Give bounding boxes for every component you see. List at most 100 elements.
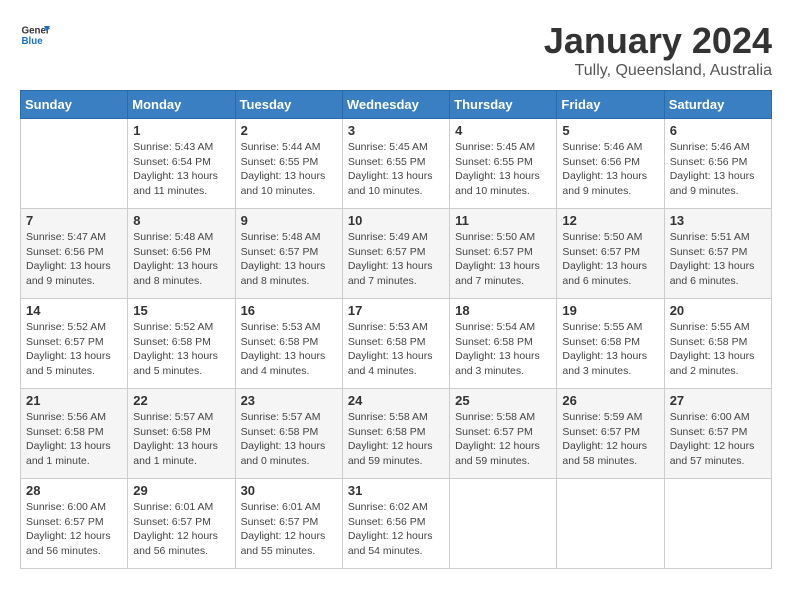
day-number: 19 [562,303,658,318]
week-row-4: 21Sunrise: 5:56 AMSunset: 6:58 PMDayligh… [21,389,772,479]
weekday-header-sunday: Sunday [21,91,128,119]
calendar-cell: 13Sunrise: 5:51 AMSunset: 6:57 PMDayligh… [664,209,771,299]
day-info: Sunrise: 5:43 AMSunset: 6:54 PMDaylight:… [133,140,229,199]
day-info: Sunrise: 5:53 AMSunset: 6:58 PMDaylight:… [241,320,337,379]
calendar-cell: 11Sunrise: 5:50 AMSunset: 6:57 PMDayligh… [450,209,557,299]
day-number: 3 [348,123,444,138]
day-info: Sunrise: 6:01 AMSunset: 6:57 PMDaylight:… [133,500,229,559]
calendar-cell [557,479,664,569]
day-number: 26 [562,393,658,408]
day-number: 4 [455,123,551,138]
calendar-cell: 30 Sunrise: 6:01 AMSunset: 6:57 PMDayligh… [235,479,342,569]
month-title: January 2024 [544,20,772,62]
day-info: Sunrise: 5:55 AMSunset: 6:58 PMDaylight:… [670,320,766,379]
weekday-header-row: SundayMondayTuesdayWednesdayThursdayFrid… [21,91,772,119]
calendar-cell: 28 Sunrise: 6:00 AMSunset: 6:57 PMDayligh… [21,479,128,569]
day-number: 22 [133,393,229,408]
day-info: Sunrise: 5:58 AMSunset: 6:57 PMDaylight:… [455,410,551,469]
day-number: 5 [562,123,658,138]
calendar-cell: 21Sunrise: 5:56 AMSunset: 6:58 PMDayligh… [21,389,128,479]
day-info: Sunrise: 6:02 AMSunset: 6:56 PMDaylight:… [348,500,444,559]
calendar-cell: 16 Sunrise: 5:53 AMSunset: 6:58 PMDayligh… [235,299,342,389]
calendar-cell: 22Sunrise: 5:57 AMSunset: 6:58 PMDayligh… [128,389,235,479]
day-info: Sunrise: 5:52 AMSunset: 6:57 PMDaylight:… [26,320,122,379]
day-number: 23 [241,393,337,408]
svg-text:Blue: Blue [22,36,44,47]
title-area: January 2024 Tully, Queensland, Australi… [544,20,772,80]
day-number: 24 [348,393,444,408]
day-info: Sunrise: 5:46 AMSunset: 6:56 PMDaylight:… [562,140,658,199]
day-number: 6 [670,123,766,138]
day-info: Sunrise: 6:00 AMSunset: 6:57 PMDaylight:… [670,410,766,469]
weekday-header-monday: Monday [128,91,235,119]
day-number: 8 [133,213,229,228]
day-info: Sunrise: 5:53 AMSunset: 6:58 PMDaylight:… [348,320,444,379]
day-info: Sunrise: 5:47 AMSunset: 6:56 PMDaylight:… [26,230,122,289]
weekday-header-saturday: Saturday [664,91,771,119]
day-info: Sunrise: 5:45 AMSunset: 6:55 PMDaylight:… [348,140,444,199]
day-number: 16 [241,303,337,318]
calendar-cell: 20 Sunrise: 5:55 AMSunset: 6:58 PMDayligh… [664,299,771,389]
page-header: General Blue January 2024 Tully, Queensl… [20,20,772,80]
calendar-cell [21,119,128,209]
calendar-cell: 24 Sunrise: 5:58 AMSunset: 6:58 PMDayligh… [342,389,449,479]
day-number: 28 [26,483,122,498]
weekday-header-tuesday: Tuesday [235,91,342,119]
calendar-cell [664,479,771,569]
day-info: Sunrise: 5:57 AMSunset: 6:58 PMDaylight:… [241,410,337,469]
calendar-cell: 18 Sunrise: 5:54 AMSunset: 6:58 PMDayligh… [450,299,557,389]
calendar-cell: 7 Sunrise: 5:47 AMSunset: 6:56 PMDaylight… [21,209,128,299]
day-info: Sunrise: 5:46 AMSunset: 6:56 PMDaylight:… [670,140,766,199]
day-number: 30 [241,483,337,498]
day-info: Sunrise: 6:00 AMSunset: 6:57 PMDaylight:… [26,500,122,559]
calendar-cell: 25 Sunrise: 5:58 AMSunset: 6:57 PMDayligh… [450,389,557,479]
day-number: 25 [455,393,551,408]
day-number: 29 [133,483,229,498]
calendar-cell: 5 Sunrise: 5:46 AMSunset: 6:56 PMDaylight… [557,119,664,209]
logo: General Blue [20,20,50,50]
calendar-cell: 10Sunrise: 5:49 AMSunset: 6:57 PMDayligh… [342,209,449,299]
day-number: 10 [348,213,444,228]
day-info: Sunrise: 5:58 AMSunset: 6:58 PMDaylight:… [348,410,444,469]
week-row-1: 1Sunrise: 5:43 AMSunset: 6:54 PMDaylight… [21,119,772,209]
calendar-cell [450,479,557,569]
weekday-header-friday: Friday [557,91,664,119]
day-number: 2 [241,123,337,138]
day-number: 12 [562,213,658,228]
day-info: Sunrise: 5:50 AMSunset: 6:57 PMDaylight:… [562,230,658,289]
day-info: Sunrise: 5:59 AMSunset: 6:57 PMDaylight:… [562,410,658,469]
location-title: Tully, Queensland, Australia [544,62,772,80]
day-info: Sunrise: 6:01 AMSunset: 6:57 PMDaylight:… [241,500,337,559]
calendar-cell: 19 Sunrise: 5:55 AMSunset: 6:58 PMDayligh… [557,299,664,389]
calendar-cell: 31Sunrise: 6:02 AMSunset: 6:56 PMDayligh… [342,479,449,569]
calendar-cell: 6 Sunrise: 5:46 AMSunset: 6:56 PMDaylight… [664,119,771,209]
day-number: 20 [670,303,766,318]
weekday-header-thursday: Thursday [450,91,557,119]
calendar-cell: 12 Sunrise: 5:50 AMSunset: 6:57 PMDayligh… [557,209,664,299]
calendar-cell: 2 Sunrise: 5:44 AMSunset: 6:55 PMDaylight… [235,119,342,209]
weekday-header-wednesday: Wednesday [342,91,449,119]
calendar-table: SundayMondayTuesdayWednesdayThursdayFrid… [20,90,772,569]
day-info: Sunrise: 5:48 AMSunset: 6:57 PMDaylight:… [241,230,337,289]
calendar-cell: 4 Sunrise: 5:45 AMSunset: 6:55 PMDaylight… [450,119,557,209]
week-row-5: 28 Sunrise: 6:00 AMSunset: 6:57 PMDayligh… [21,479,772,569]
day-number: 21 [26,393,122,408]
calendar-cell: 17 Sunrise: 5:53 AMSunset: 6:58 PMDayligh… [342,299,449,389]
calendar-cell: 3 Sunrise: 5:45 AMSunset: 6:55 PMDaylight… [342,119,449,209]
day-info: Sunrise: 5:48 AMSunset: 6:56 PMDaylight:… [133,230,229,289]
day-number: 17 [348,303,444,318]
day-info: Sunrise: 5:45 AMSunset: 6:55 PMDaylight:… [455,140,551,199]
day-info: Sunrise: 5:44 AMSunset: 6:55 PMDaylight:… [241,140,337,199]
calendar-cell: 26 Sunrise: 5:59 AMSunset: 6:57 PMDayligh… [557,389,664,479]
day-number: 15 [133,303,229,318]
calendar-cell: 8 Sunrise: 5:48 AMSunset: 6:56 PMDaylight… [128,209,235,299]
day-number: 7 [26,213,122,228]
week-row-3: 14Sunrise: 5:52 AMSunset: 6:57 PMDayligh… [21,299,772,389]
day-number: 18 [455,303,551,318]
day-info: Sunrise: 5:55 AMSunset: 6:58 PMDaylight:… [562,320,658,379]
calendar-cell: 27Sunrise: 6:00 AMSunset: 6:57 PMDayligh… [664,389,771,479]
calendar-cell: 1Sunrise: 5:43 AMSunset: 6:54 PMDaylight… [128,119,235,209]
day-info: Sunrise: 5:51 AMSunset: 6:57 PMDaylight:… [670,230,766,289]
day-number: 9 [241,213,337,228]
day-info: Sunrise: 5:54 AMSunset: 6:58 PMDaylight:… [455,320,551,379]
